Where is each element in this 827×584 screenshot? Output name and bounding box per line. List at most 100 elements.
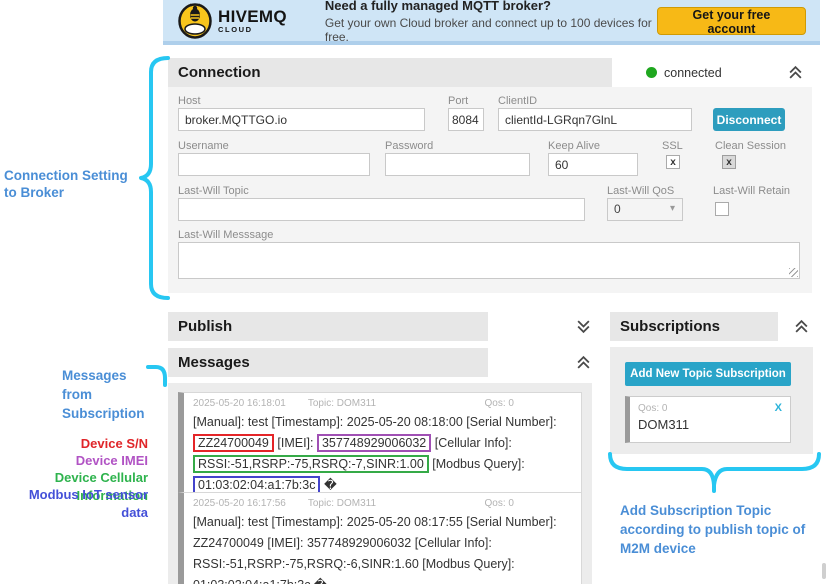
message-topic: Topic: DOM311	[308, 498, 376, 509]
connection-header: Connection connected	[168, 58, 812, 87]
clientid-input[interactable]	[498, 108, 692, 131]
subscriptions-title: Subscriptions	[620, 318, 720, 335]
lastwill-topic-label: Last-Will Topic	[178, 185, 249, 197]
password-input[interactable]	[385, 153, 530, 176]
message-text: [Manual]: test [Timestamp]: 2025-05-20 0…	[193, 515, 557, 584]
subscriptions-header-white	[778, 312, 818, 341]
publish-title: Publish	[178, 318, 232, 335]
connected-status-dot-icon	[646, 67, 657, 78]
chevron-double-up-icon	[794, 319, 809, 334]
banner-copy: Need a fully managed MQTT broker? Get yo…	[325, 0, 657, 44]
message-text: [Cellular Info]:	[435, 436, 512, 450]
connection-note: Connection Setting to Broker	[4, 167, 142, 201]
chevron-double-down-icon	[576, 319, 591, 334]
messages-title: Messages	[178, 354, 250, 371]
messages-note: Messages from Subscription	[62, 366, 154, 423]
lastwill-qos-label: Last-Will QoS	[607, 185, 674, 197]
message-qos: Qos: 0	[485, 498, 514, 509]
message-topic: Topic: DOM311	[308, 398, 376, 409]
subscriptions-header-bar: Subscriptions	[610, 312, 778, 341]
message-text: [Modbus Query]:	[432, 457, 524, 471]
hivemq-brand: HIVEMQ CLOUD	[218, 8, 287, 34]
subscription-brace	[608, 452, 822, 496]
message-card: 2025-05-20 16:18:01 Topic: DOM311 Qos: 0…	[178, 392, 582, 503]
connection-status-label: connected	[664, 66, 722, 80]
password-label: Password	[385, 140, 433, 152]
publish-expand-button[interactable]	[575, 319, 591, 335]
chevron-double-up-icon	[576, 355, 591, 370]
message-timestamp: 2025-05-20 16:17:56	[193, 498, 286, 509]
message-body: [Manual]: test [Timestamp]: 2025-05-20 0…	[193, 512, 572, 584]
message-card: 2025-05-20 16:17:56 Topic: DOM311 Qos: 0…	[178, 492, 582, 584]
message-body: [Manual]: test [Timestamp]: 2025-05-20 0…	[193, 412, 572, 496]
highlight-device-imei: 357748929006032	[317, 434, 431, 452]
close-icon[interactable]: X	[775, 402, 782, 414]
disconnect-button[interactable]: Disconnect	[713, 108, 785, 131]
subscription-meta: Qos: 0 X	[638, 402, 782, 414]
lastwill-retain-checkbox[interactable]	[715, 202, 729, 216]
clean-session-label: Clean Session	[715, 140, 786, 152]
brand-sub-name: CLOUD	[218, 26, 287, 34]
ssl-label: SSL	[662, 140, 683, 152]
banner-subline: Get your own Cloud broker and connect up…	[325, 16, 657, 44]
message-timestamp: 2025-05-20 16:18:01	[193, 398, 286, 409]
messages-header-white	[488, 348, 600, 377]
dropdown-arrow-icon: ▾	[670, 203, 675, 214]
device-sn-tag: Device S/N	[0, 435, 148, 453]
message-meta: 2025-05-20 16:17:56 Topic: DOM311 Qos: 0	[193, 498, 572, 509]
subscription-note: Add Subscription Topic according to publ…	[620, 501, 825, 558]
page: HIVEMQ CLOUD Need a fully managed MQTT b…	[0, 0, 827, 584]
message-text: [IMEI]:	[277, 436, 313, 450]
subscriptions-collapse-button[interactable]	[793, 319, 809, 335]
message-text: [Manual]: test [Timestamp]: 2025-05-20 0…	[193, 415, 557, 429]
publish-header: Publish	[168, 312, 600, 341]
lastwill-message-label: Last-Will Messsage	[178, 229, 273, 241]
get-free-account-button[interactable]: Get your free account	[657, 7, 806, 35]
lastwill-retain-label: Last-Will Retain	[713, 185, 790, 197]
ssl-checkbox[interactable]: x	[666, 155, 680, 169]
subscription-topic: DOM311	[638, 417, 782, 432]
subscriptions-header: Subscriptions	[610, 312, 818, 341]
banner-headline: Need a fully managed MQTT broker?	[325, 0, 657, 13]
username-label: Username	[178, 140, 229, 152]
host-input[interactable]	[178, 108, 425, 131]
highlight-cellular-info: RSSI:-51,RSRP:-75,RSRQ:-7,SINR:1.00	[193, 455, 429, 473]
clean-session-checkbox[interactable]: x	[722, 155, 736, 169]
username-input[interactable]	[178, 153, 370, 176]
lastwill-qos-select[interactable]: 0 ▾	[607, 198, 683, 221]
modbus-data-tag: Modbus IoT sensor data	[0, 486, 148, 521]
port-label: Port	[448, 95, 468, 107]
brand-name: HIVEMQ	[218, 8, 287, 25]
keepalive-input[interactable]	[548, 153, 638, 176]
lastwill-qos-value: 0	[614, 202, 621, 216]
message-meta: 2025-05-20 16:18:01 Topic: DOM311 Qos: 0	[193, 398, 572, 409]
device-imei-tag: Device IMEI	[0, 452, 148, 470]
lastwill-topic-input[interactable]	[178, 198, 585, 221]
highlight-device-serial: ZZ24700049	[193, 434, 274, 452]
subscription-item: Qos: 0 X DOM311	[625, 396, 791, 443]
lastwill-message-textarea[interactable]	[178, 242, 800, 279]
host-label: Host	[178, 95, 201, 107]
connection-header-bar: Connection	[168, 58, 612, 87]
messages-panel: 2025-05-20 16:18:01 Topic: DOM311 Qos: 0…	[168, 383, 592, 584]
port-input[interactable]	[448, 108, 484, 131]
add-new-topic-subscription-button[interactable]: Add New Topic Subscription	[625, 362, 791, 386]
connection-title: Connection	[178, 64, 261, 81]
messages-collapse-button[interactable]	[575, 355, 591, 371]
connection-brace	[138, 54, 172, 302]
subscriptions-panel: Add New Topic Subscription Qos: 0 X DOM3…	[610, 347, 813, 454]
messages-header-bar: Messages	[168, 348, 488, 377]
clientid-label: ClientID	[498, 95, 537, 107]
hivemq-bee-logo-icon	[178, 3, 212, 39]
hivemq-banner: HIVEMQ CLOUD Need a fully managed MQTT b…	[163, 0, 820, 45]
scrollbar-thumb[interactable]	[822, 563, 826, 579]
publish-header-bar: Publish	[168, 312, 488, 341]
textarea-resize-handle-icon[interactable]	[789, 268, 798, 277]
connection-collapse-button[interactable]	[787, 65, 803, 81]
message-qos: Qos: 0	[485, 398, 514, 409]
keepalive-label: Keep Alive	[548, 140, 600, 152]
publish-header-white	[488, 312, 600, 341]
connection-status-area: connected	[612, 58, 812, 87]
subscription-qos: Qos: 0	[638, 403, 667, 414]
messages-header: Messages	[168, 348, 600, 377]
